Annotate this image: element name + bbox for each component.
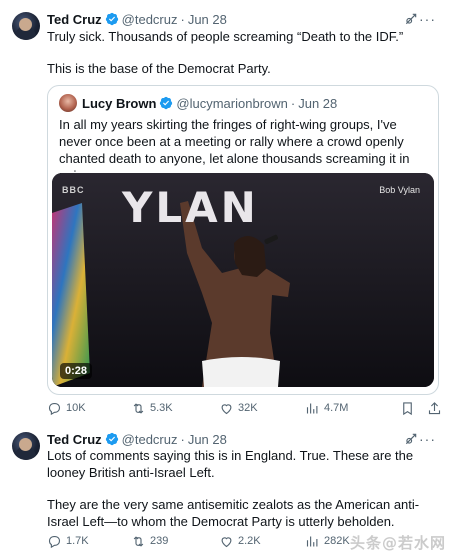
- views-button[interactable]: 4.7M: [305, 399, 395, 417]
- video-duration: 0:28: [60, 363, 93, 379]
- avatar[interactable]: [12, 12, 40, 40]
- reply-button[interactable]: 1.7K: [47, 532, 131, 550]
- like-icon: [221, 403, 232, 414]
- tweet-paragraph: Truly sick. Thousands of people screamin…: [47, 29, 404, 44]
- repost-count: 239: [150, 535, 169, 547]
- tweet-paragraph: Lots of comments saying this is in Engla…: [47, 448, 414, 480]
- more-icon[interactable]: ···: [419, 11, 436, 27]
- author-handle[interactable]: @tedcruz: [122, 432, 178, 447]
- avatar[interactable]: [12, 432, 40, 460]
- reply-icon: [48, 402, 61, 415]
- grok-icon[interactable]: [404, 12, 418, 26]
- tweet-text: Lots of comments saying this is in Engla…: [47, 447, 439, 530]
- stage-banner-text: YLAN: [122, 183, 259, 232]
- tweet-paragraph: This is the base of the Democrat Party.: [47, 61, 271, 76]
- like-count: 2.2K: [238, 535, 261, 547]
- tweet-header: Ted Cruz @tedcruz · Jun 28: [47, 9, 227, 29]
- tweet-paragraph: They are the very same antisemitic zealo…: [47, 497, 420, 529]
- author-name[interactable]: Ted Cruz: [47, 12, 102, 27]
- author-name[interactable]: Ted Cruz: [47, 432, 102, 447]
- share-icon[interactable]: [427, 401, 442, 416]
- verified-icon: [105, 432, 118, 446]
- separator: ·: [290, 95, 296, 111]
- views-icon: [306, 536, 318, 546]
- view-count: 282K: [324, 535, 350, 547]
- bookmark-icon[interactable]: [400, 401, 415, 416]
- tweet-date[interactable]: Jun 28: [188, 432, 227, 447]
- repost-icon: [133, 402, 144, 414]
- repost-button[interactable]: 239: [131, 532, 219, 550]
- separator: ·: [180, 431, 185, 447]
- reply-button[interactable]: 10K: [47, 399, 131, 417]
- quoted-tweet[interactable]: Lucy Brown @lucymarionbrown · Jun 28 In …: [47, 85, 439, 395]
- like-button[interactable]: 2.2K: [219, 532, 305, 550]
- quote-header: Lucy Brown @lucymarionbrown · Jun 28: [59, 93, 337, 113]
- video-player[interactable]: YLAN BBC Bob Vylan 0:28: [52, 173, 434, 387]
- reply-icon: [48, 535, 61, 548]
- grok-icon[interactable]: [404, 432, 418, 446]
- tweet-cruz-1[interactable]: Ted Cruz @tedcruz · Jun 28 ··· Truly sic…: [0, 0, 450, 420]
- tweet-text: Truly sick. Thousands of people screamin…: [47, 28, 439, 77]
- author-handle[interactable]: @tedcruz: [122, 12, 178, 27]
- like-icon: [221, 536, 232, 547]
- like-button[interactable]: 32K: [219, 399, 305, 417]
- repost-count: 5.3K: [150, 402, 173, 414]
- views-icon: [306, 403, 318, 413]
- like-count: 32K: [238, 402, 258, 414]
- repost-button[interactable]: 5.3K: [131, 399, 219, 417]
- action-bar: 10K 5.3K 32K 4.7M: [47, 399, 442, 417]
- quote-author-name[interactable]: Lucy Brown: [82, 96, 156, 111]
- tweet-header: Ted Cruz @tedcruz · Jun 28: [47, 429, 227, 449]
- reply-count: 1.7K: [66, 535, 89, 547]
- verified-icon: [105, 12, 118, 26]
- reply-count: 10K: [66, 402, 86, 414]
- quote-author-handle[interactable]: @lucymarionbrown: [176, 96, 287, 111]
- view-count: 4.7M: [324, 402, 349, 414]
- verified-icon: [160, 96, 173, 110]
- video-caption: Bob Vylan: [379, 185, 420, 195]
- repost-icon: [133, 535, 144, 547]
- quote-date[interactable]: Jun 28: [298, 96, 337, 111]
- broadcaster-logo: BBC: [62, 185, 85, 195]
- watermark: 头条@若水网: [349, 534, 446, 552]
- quote-avatar[interactable]: [59, 94, 77, 112]
- more-icon[interactable]: ···: [419, 431, 436, 447]
- separator: ·: [180, 11, 185, 27]
- tweet-date[interactable]: Jun 28: [188, 12, 227, 27]
- action-bar-right: [400, 401, 442, 416]
